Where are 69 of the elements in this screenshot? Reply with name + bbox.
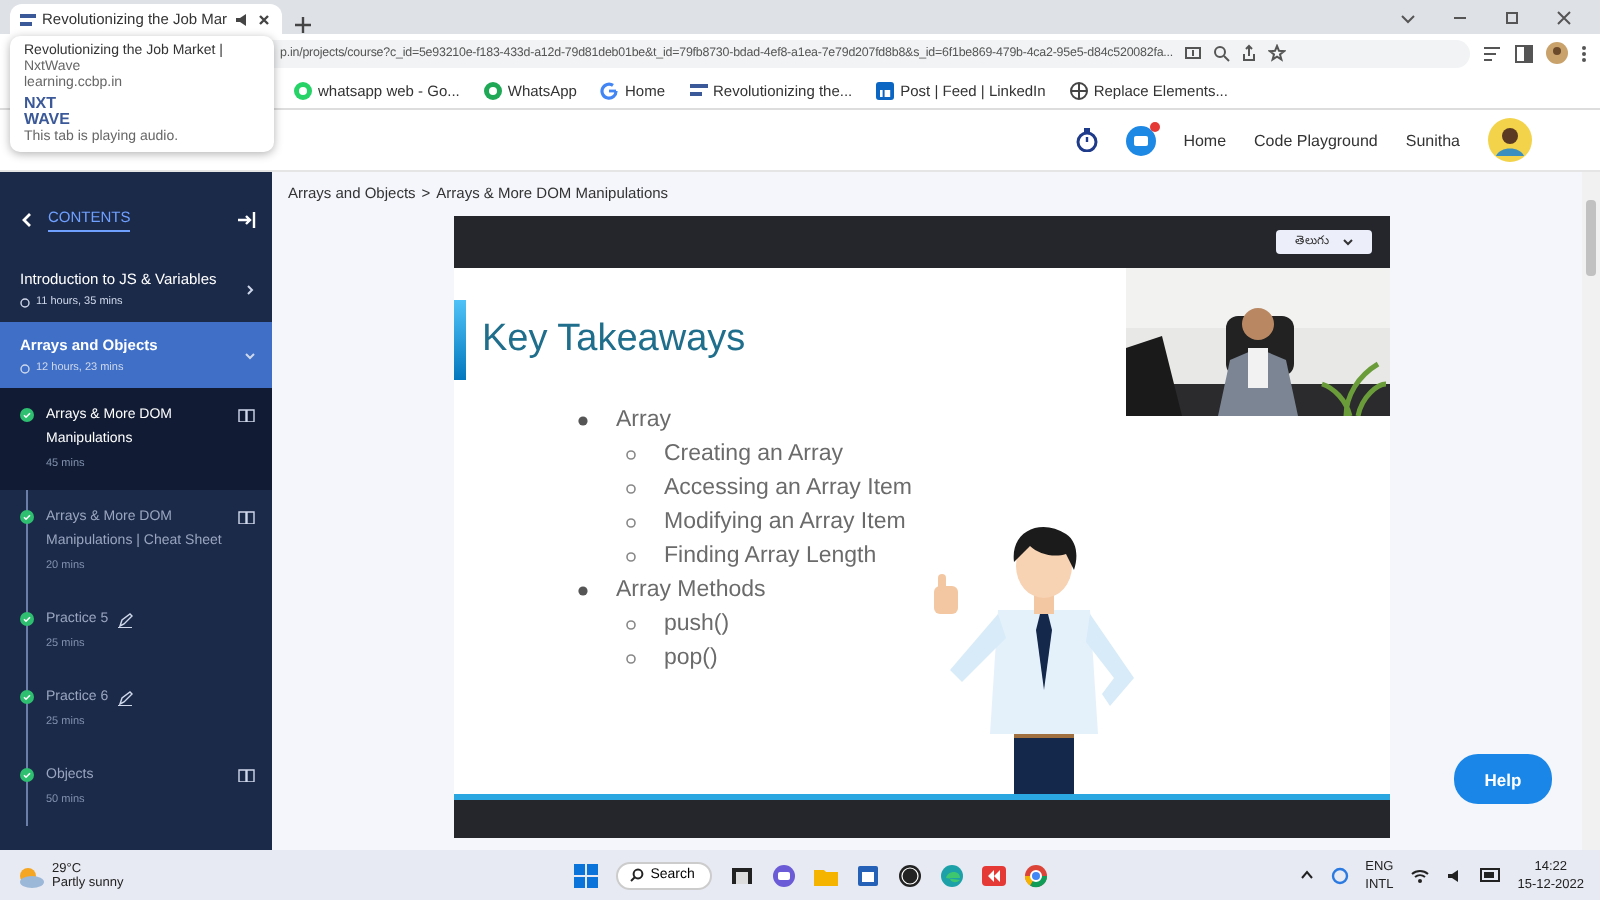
- sidebar-icon[interactable]: [1514, 43, 1534, 63]
- pencil-icon: [118, 690, 135, 706]
- bullet-icon: [626, 450, 636, 460]
- scrollbar-thumb[interactable]: [1586, 200, 1596, 276]
- battery-icon[interactable]: [1479, 868, 1502, 882]
- bullet-text: Array Methods: [616, 576, 766, 606]
- bullet-text: Modifying an Array Item: [664, 508, 906, 538]
- bullet-icon: [626, 620, 636, 630]
- arrows-icon[interactable]: [982, 863, 1007, 887]
- sun-cloud-icon: [16, 863, 44, 887]
- install-icon[interactable]: [1183, 44, 1202, 62]
- speaker-icon[interactable]: [1445, 867, 1464, 883]
- book-icon: [238, 768, 256, 782]
- circle-icon[interactable]: [898, 863, 923, 887]
- book-icon: [238, 408, 256, 422]
- site-icon: [20, 13, 36, 25]
- close-icon[interactable]: [1556, 9, 1572, 25]
- bullet-text: Array: [616, 406, 671, 436]
- bullet-icon: [578, 416, 588, 426]
- chevron-down-icon: [1341, 238, 1353, 246]
- bullet-text: Creating an Array: [664, 440, 843, 470]
- chevron-icon[interactable]: [1400, 9, 1416, 25]
- bullet-text: Finding Array Length: [664, 542, 877, 572]
- caret-icon[interactable]: [1299, 870, 1314, 880]
- star-icon[interactable]: [1267, 44, 1286, 62]
- user-name[interactable]: Sunitha: [1405, 131, 1460, 149]
- bullet-text: push(): [664, 610, 730, 640]
- bullet-icon: [626, 484, 636, 494]
- avatar-icon[interactable]: [1546, 42, 1568, 64]
- help-button[interactable]: Help: [1454, 754, 1552, 804]
- chevron-right-icon[interactable]: [244, 283, 256, 295]
- nav-link[interactable]: Code Playground: [1254, 131, 1378, 149]
- g-letter-icon: [600, 81, 619, 99]
- globe-icon: [1069, 81, 1088, 99]
- browser-icon[interactable]: [1024, 863, 1049, 887]
- bullet-icon: [626, 518, 636, 528]
- swirl-icon[interactable]: [940, 863, 965, 887]
- store-icon[interactable]: [856, 863, 881, 887]
- search-icon: [630, 868, 645, 882]
- start-icon[interactable]: [574, 863, 599, 887]
- share-icon[interactable]: [1239, 44, 1258, 62]
- zoom-icon[interactable]: [1211, 44, 1230, 62]
- stopwatch-icon[interactable]: [1075, 128, 1098, 152]
- back-icon[interactable]: [20, 212, 34, 228]
- close-icon[interactable]: [255, 11, 272, 27]
- maximize-icon[interactable]: [1504, 9, 1520, 25]
- task-view-icon[interactable]: [730, 863, 755, 887]
- chat-icon[interactable]: [772, 863, 797, 887]
- site-icon: [689, 81, 707, 99]
- chat-button[interactable]: [1125, 125, 1156, 155]
- logo: NXT WAVE: [24, 96, 72, 128]
- chevron-down-icon[interactable]: [244, 349, 256, 361]
- slide-title: Key Takeaways: [482, 318, 746, 362]
- book-icon: [238, 510, 256, 524]
- wifi-icon[interactable]: [1409, 867, 1430, 883]
- plus-icon[interactable]: [293, 16, 312, 34]
- nav-link[interactable]: Home: [1183, 131, 1227, 149]
- bullet-icon: [626, 654, 636, 664]
- bullet-text: Accessing an Array Item: [664, 474, 912, 504]
- square-icon: [876, 81, 895, 99]
- accent-bar: [454, 300, 466, 380]
- collapse-icon[interactable]: [238, 212, 256, 228]
- bullet-icon: [578, 586, 588, 596]
- list-icon[interactable]: [1482, 43, 1502, 63]
- avatar[interactable]: [1488, 118, 1532, 162]
- bullet-text: pop(): [664, 644, 718, 674]
- bullet-icon: [626, 552, 636, 562]
- menu-icon[interactable]: [1580, 43, 1588, 63]
- pencil-icon: [118, 612, 135, 628]
